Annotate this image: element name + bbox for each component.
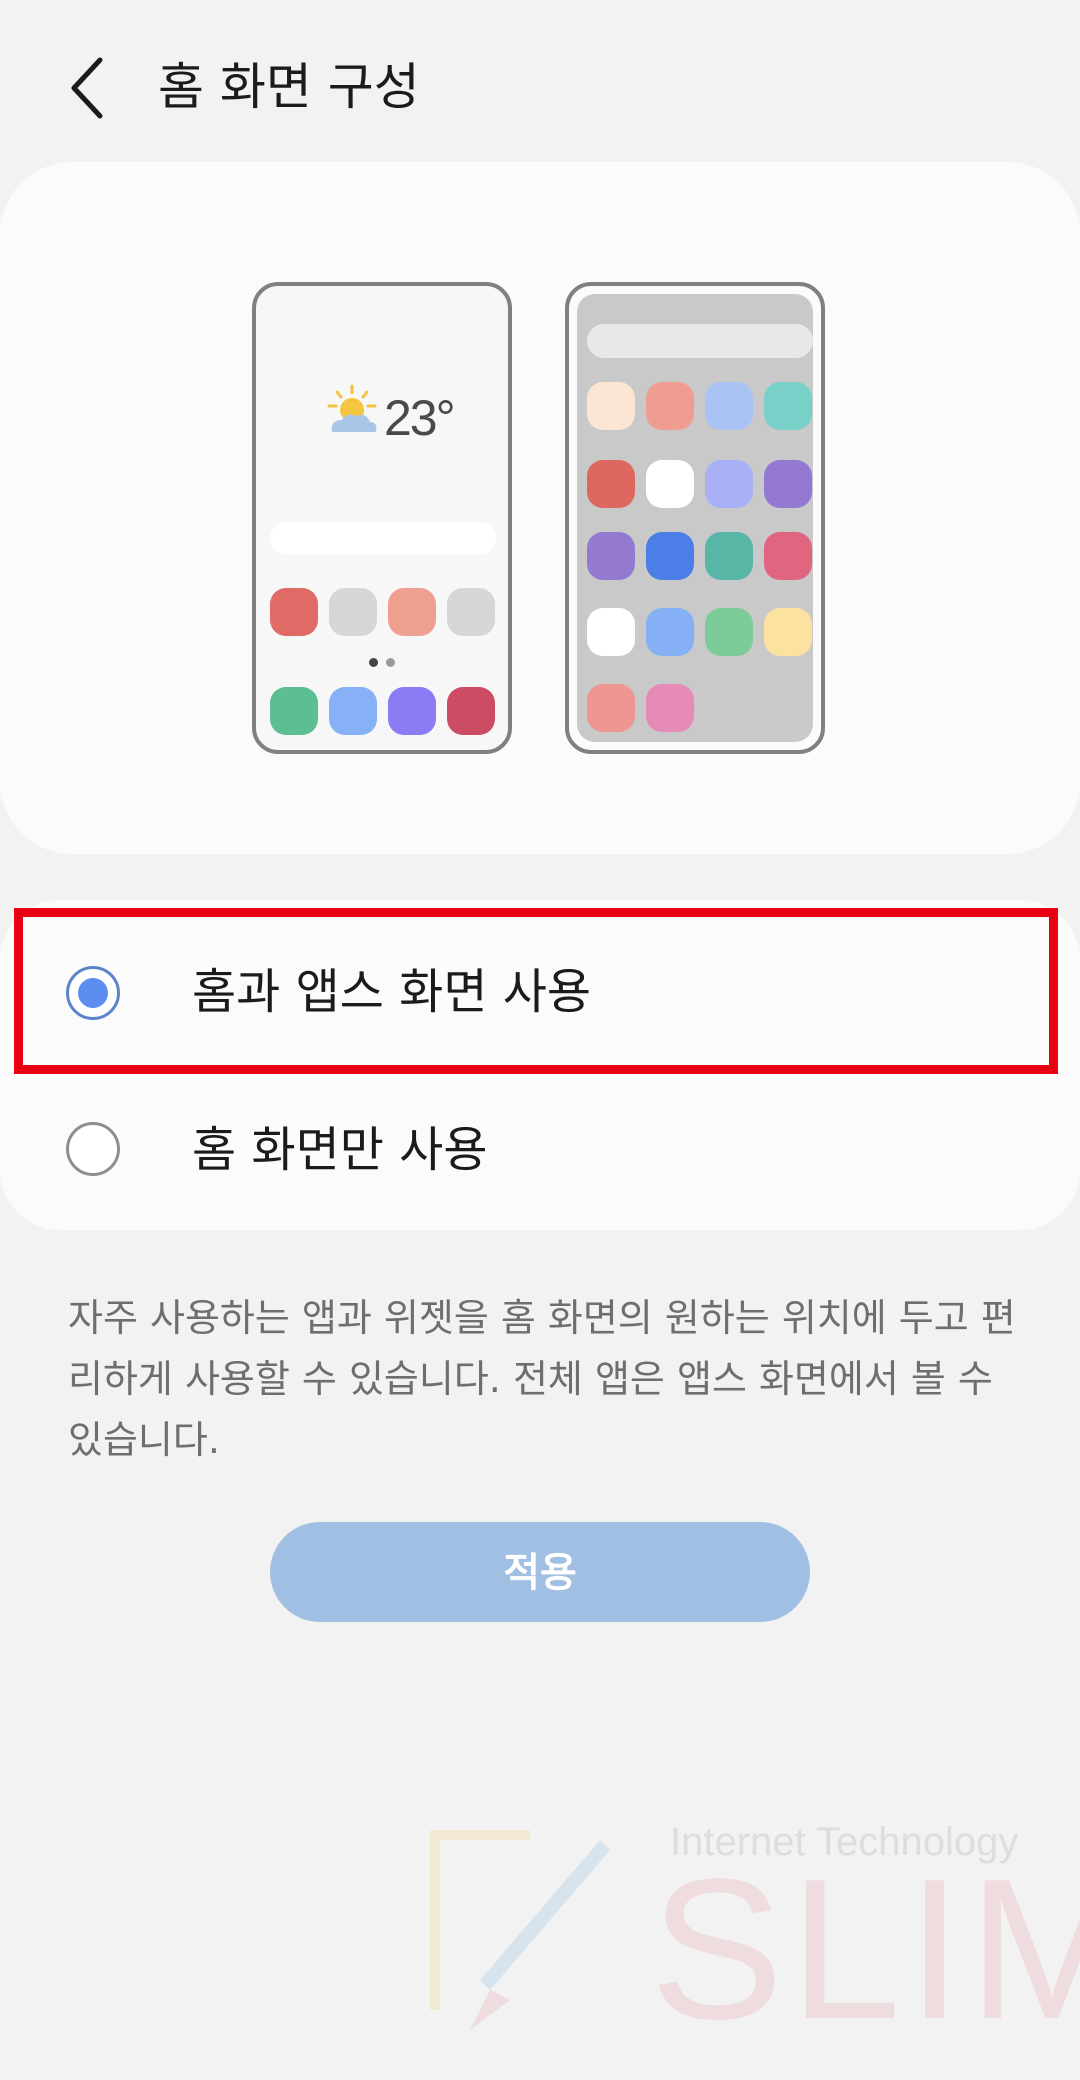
app-icon-illustration xyxy=(329,588,377,636)
app-icon-illustration xyxy=(646,460,694,508)
app-icon-illustration xyxy=(587,608,635,656)
app-icon-illustration xyxy=(388,687,436,735)
page-indicator-dot xyxy=(369,658,378,667)
app-icon-illustration xyxy=(447,588,495,636)
chevron-left-icon xyxy=(71,57,103,119)
top-bar: 홈 화면 구성 xyxy=(0,0,1080,170)
app-icon-illustration xyxy=(705,608,753,656)
app-icon-illustration xyxy=(329,687,377,735)
search-bar-illustration xyxy=(270,522,496,554)
apps-screen-phone-illustration xyxy=(565,282,825,754)
app-icon-illustration xyxy=(764,532,812,580)
app-icon-illustration xyxy=(646,532,694,580)
watermark-logo: Internet Technology SLIM xyxy=(410,1810,1080,2050)
app-icon-illustration xyxy=(646,608,694,656)
app-icon-illustration xyxy=(705,532,753,580)
option-label: 홈 화면만 사용 xyxy=(192,1122,488,1178)
radio-button-unselected[interactable] xyxy=(66,1122,120,1176)
app-icon-illustration xyxy=(587,460,635,508)
layout-preview: 23° xyxy=(0,162,1080,854)
app-icon-illustration xyxy=(705,382,753,430)
description-text: 자주 사용하는 앱과 위젯을 홈 화면의 원하는 위치에 두고 편리하게 사용할… xyxy=(68,1296,1016,1462)
page-title: 홈 화면 구성 xyxy=(158,58,420,116)
app-icon-illustration xyxy=(447,687,495,735)
back-button[interactable] xyxy=(58,48,118,128)
option-home-screen-only[interactable]: 홈 화면만 사용 xyxy=(0,1078,1080,1228)
option-home-and-apps-screen[interactable]: 홈과 앱스 화면 사용 xyxy=(0,918,1080,1068)
page-indicator-dot xyxy=(386,658,395,667)
app-icon-illustration xyxy=(270,687,318,735)
app-icon-illustration xyxy=(587,684,635,732)
app-icon-illustration xyxy=(270,588,318,636)
app-icon-illustration xyxy=(587,382,635,430)
radio-button-selected[interactable] xyxy=(66,966,120,1020)
apply-button[interactable]: 적용 xyxy=(270,1522,810,1622)
watermark-brand: SLIM xyxy=(650,1838,1080,2061)
app-icon-illustration xyxy=(764,460,812,508)
weather-temperature: 23° xyxy=(384,390,456,446)
app-icon-illustration xyxy=(764,608,812,656)
app-icon-illustration xyxy=(646,382,694,430)
option-label: 홈과 앱스 화면 사용 xyxy=(192,964,592,1020)
home-screen-phone-illustration: 23° xyxy=(252,282,512,754)
app-icon-illustration xyxy=(764,382,812,430)
search-bar-illustration xyxy=(587,324,813,358)
app-icon-illustration xyxy=(646,684,694,732)
app-icon-illustration xyxy=(388,588,436,636)
app-icon-illustration xyxy=(587,532,635,580)
partly-sunny-icon xyxy=(327,384,377,432)
apps-screen-background xyxy=(577,294,813,742)
app-icon-illustration xyxy=(705,460,753,508)
rocket-logo-icon xyxy=(430,1830,610,2030)
